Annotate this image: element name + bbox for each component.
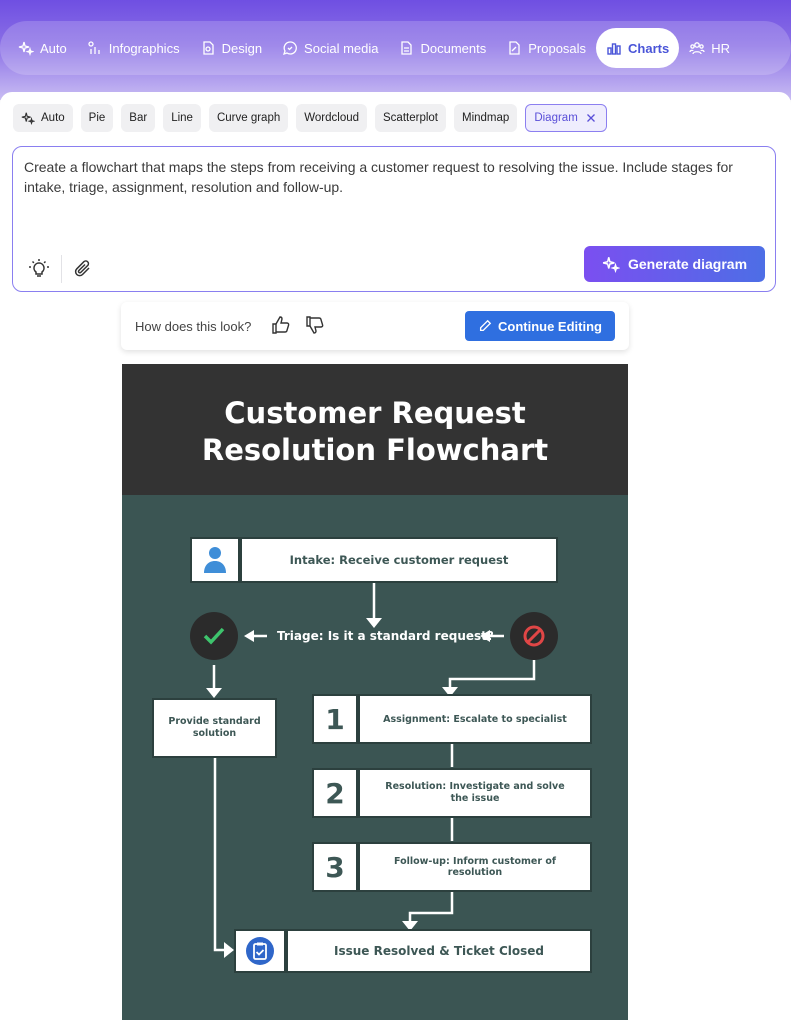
chip-bar[interactable]: Bar	[121, 104, 156, 132]
chip-mindmap-label: Mindmap	[462, 112, 510, 124]
chip-line[interactable]: Line	[163, 104, 201, 132]
poster-body: Intake: Receive customer request Triage:…	[122, 495, 628, 1020]
nav-charts[interactable]: Charts	[596, 28, 680, 68]
chip-diagram[interactable]: Diagram	[525, 104, 607, 132]
chip-curve-graph[interactable]: Curve graph	[208, 104, 289, 132]
standard-solution-label: Provide standard solution	[168, 716, 261, 739]
chip-curve-graph-label: Curve graph	[216, 112, 281, 124]
nav-charts-label: Charts	[628, 40, 670, 56]
chip-auto-label: Auto	[41, 112, 65, 124]
flowchart-poster[interactable]: Customer Request Resolution Flowchart In…	[122, 364, 628, 1020]
proposal-icon	[509, 41, 520, 55]
step2-number-box: 2	[312, 768, 358, 818]
sparkles-icon	[21, 112, 35, 125]
step2-label: Resolution: Investigate and solve the is…	[385, 781, 565, 804]
sparkles-icon	[18, 41, 34, 56]
nav-auto[interactable]: Auto	[8, 28, 77, 68]
intake-icon-box	[190, 537, 240, 583]
poster-title-line1: Customer Request	[224, 396, 526, 430]
sparkles-icon	[602, 257, 620, 273]
nav-design-label: Design	[221, 40, 263, 56]
thumbs-up-icon[interactable]	[271, 315, 291, 335]
nav-hr[interactable]: HR	[679, 28, 740, 68]
prompt-input-area[interactable]: Create a flowchart that maps the steps f…	[12, 146, 776, 292]
nav-infographics[interactable]: Infographics	[77, 28, 190, 68]
step2-number: 2	[325, 776, 345, 810]
clipboard-check-icon	[246, 937, 274, 965]
chip-mindmap[interactable]: Mindmap	[454, 104, 518, 132]
chip-auto[interactable]: Auto	[13, 104, 73, 132]
nav-social-media[interactable]: Social media	[272, 28, 388, 68]
poster-header: Customer Request Resolution Flowchart	[122, 364, 628, 495]
chip-pie-label: Pie	[88, 112, 106, 124]
prompt-text[interactable]: Create a flowchart that maps the steps f…	[24, 157, 764, 197]
yes-circle	[190, 612, 238, 660]
pencil-icon	[479, 319, 492, 332]
category-nav: Auto Infographics Design Social media Do…	[0, 21, 791, 75]
chat-bubble-icon	[283, 41, 297, 56]
chip-bar-label: Bar	[129, 112, 148, 124]
step3-label: Follow-up: Inform customer of resolution	[393, 856, 557, 878]
chip-diagram-label: Diagram	[534, 112, 578, 124]
nav-proposals-label: Proposals	[528, 40, 587, 56]
toolbar-divider	[61, 255, 62, 283]
final-label: Issue Resolved & Ticket Closed	[333, 944, 545, 958]
final-box: Issue Resolved & Ticket Closed	[286, 929, 592, 973]
design-icon	[202, 41, 214, 55]
chip-wordcloud-label: Wordcloud	[304, 112, 360, 124]
step2-box: Resolution: Investigate and solve the is…	[358, 768, 592, 818]
triage-label: Triage: Is it a standard request?	[277, 629, 494, 643]
intake-label: Intake: Receive customer request	[289, 553, 509, 567]
step1-label: Assignment: Escalate to specialist	[383, 713, 567, 725]
nav-social-media-label: Social media	[304, 40, 379, 56]
feedback-question: How does this look?	[135, 319, 252, 334]
step1-number: 1	[325, 702, 345, 736]
feedback-bar: How does this look? Continue Editing	[121, 302, 629, 350]
chip-line-label: Line	[171, 112, 193, 124]
bar-chart-icon	[607, 43, 621, 55]
people-icon	[689, 42, 705, 55]
continue-editing-label: Continue Editing	[498, 318, 602, 334]
nav-auto-label: Auto	[40, 40, 67, 56]
thumbs-down-icon[interactable]	[305, 315, 325, 335]
chip-wordcloud[interactable]: Wordcloud	[296, 104, 368, 132]
intake-box: Intake: Receive customer request	[240, 537, 558, 583]
chart-type-chips: Auto Pie Bar Line Curve graph Wordcloud …	[13, 104, 607, 132]
nav-hr-label: HR	[711, 40, 731, 56]
document-icon	[401, 41, 413, 55]
chip-scatterplot-label: Scatterplot	[383, 112, 438, 124]
nav-design[interactable]: Design	[190, 28, 272, 68]
step3-number-box: 3	[312, 842, 358, 892]
close-icon[interactable]	[584, 111, 598, 125]
generate-diagram-button[interactable]: Generate diagram	[584, 246, 765, 282]
step1-box: Assignment: Escalate to specialist	[358, 694, 592, 744]
chip-pie[interactable]: Pie	[80, 104, 114, 132]
no-circle	[510, 612, 558, 660]
nav-proposals[interactable]: Proposals	[496, 28, 596, 68]
infographics-icon	[88, 41, 100, 54]
nav-documents[interactable]: Documents	[388, 28, 496, 68]
step3-number: 3	[325, 850, 345, 884]
poster-title-line2: Resolution Flowchart	[201, 433, 549, 467]
step3-box: Follow-up: Inform customer of resolution	[358, 842, 592, 892]
generate-diagram-label: Generate diagram	[627, 256, 748, 272]
chip-scatterplot[interactable]: Scatterplot	[375, 104, 446, 132]
continue-editing-button[interactable]: Continue Editing	[465, 311, 615, 341]
step1-number-box: 1	[312, 694, 358, 744]
final-icon-box	[234, 929, 286, 973]
standard-solution-box: Provide standard solution	[152, 698, 277, 758]
paperclip-icon[interactable]	[71, 257, 95, 281]
checkmark-icon	[203, 627, 225, 645]
nav-documents-label: Documents	[420, 40, 487, 56]
prohibited-icon	[523, 625, 545, 647]
nav-infographics-label: Infographics	[108, 40, 180, 56]
person-icon	[204, 547, 226, 573]
lightbulb-icon[interactable]	[27, 257, 51, 281]
